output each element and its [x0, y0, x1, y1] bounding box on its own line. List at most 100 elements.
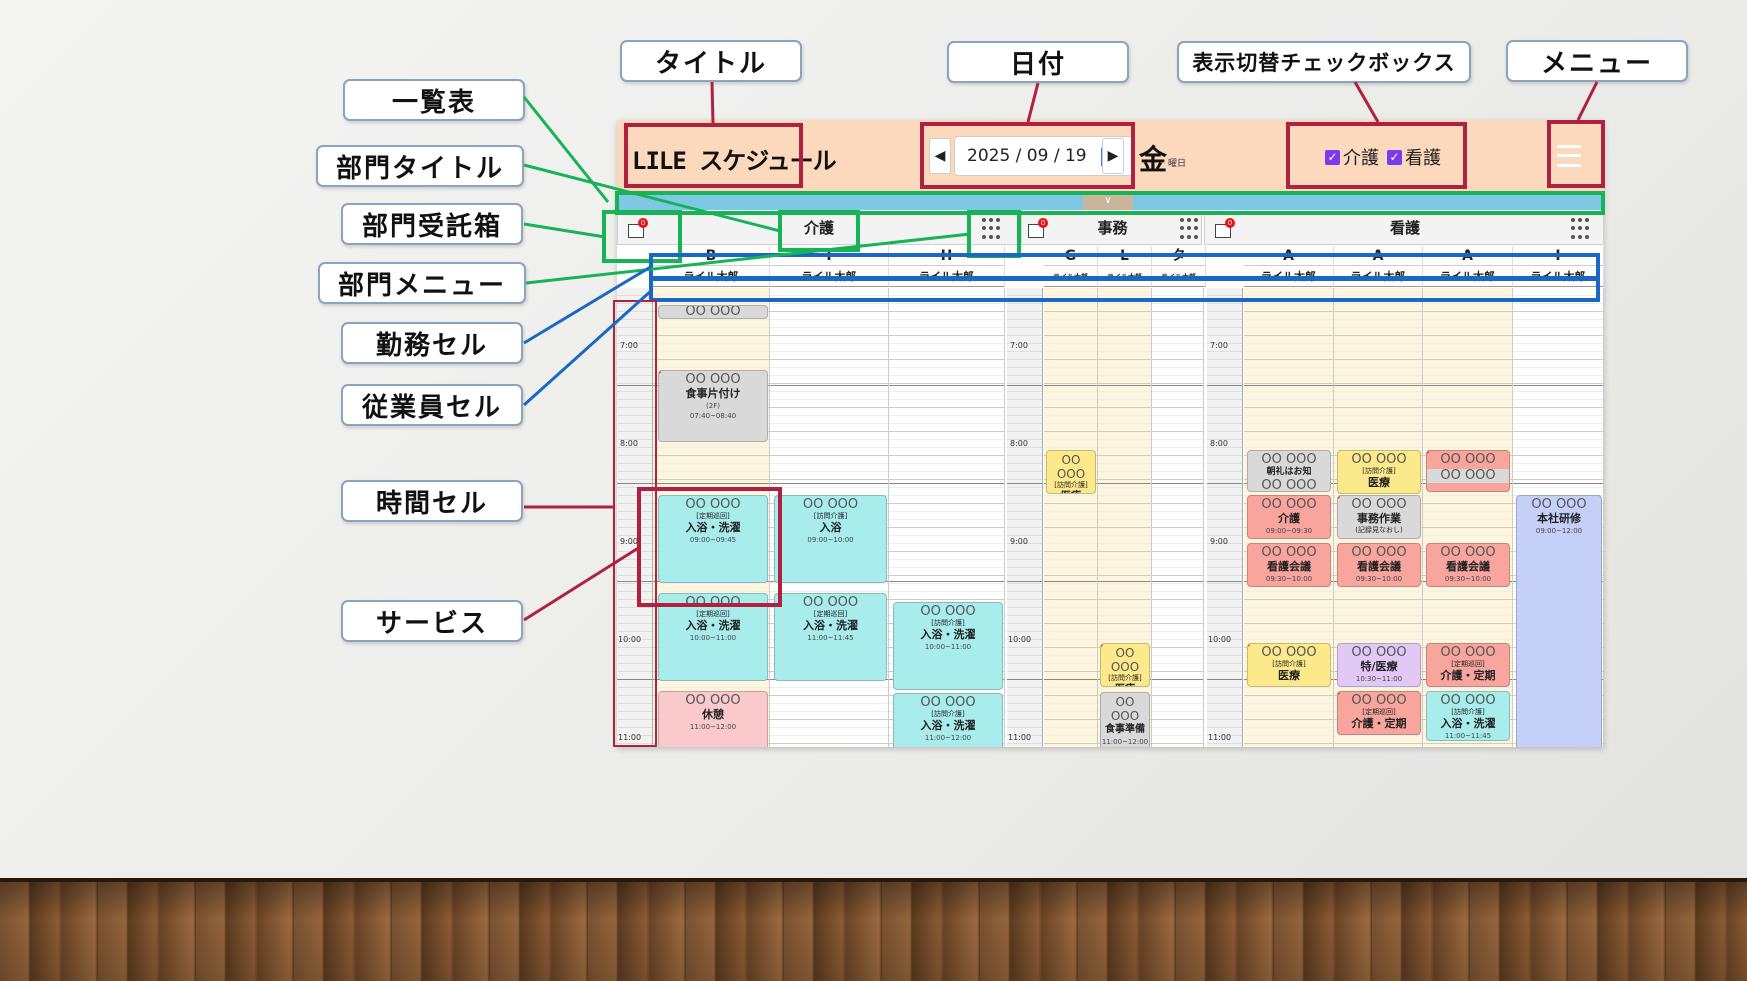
employee-cell[interactable]: ライル太郎	[1044, 267, 1098, 287]
schedule-app: LILE スケジュール ◀ 2025 / 09 / 19 ▶ 金 曜日 ✓ 介護 …	[617, 120, 1604, 747]
callout-jugyoin-cell: 従業員セル	[341, 384, 523, 426]
date-value: 2025 / 09 / 19	[967, 146, 1087, 166]
time-column[interactable]	[1207, 288, 1243, 747]
callout-bumon-menu: 部門メニュー	[318, 262, 526, 304]
service-card[interactable]: OO OOO 看護会議 09:30~10:00	[1426, 543, 1510, 587]
collapse-toggle-button[interactable]: ∨	[1083, 192, 1133, 210]
callout-date: 日付	[947, 41, 1129, 83]
time-label: 7:00	[620, 341, 638, 350]
schedule-column[interactable]	[1044, 288, 1098, 747]
service-card[interactable]: OO OOO [訪問介護] 入浴・洗濯 11:00~11:45	[1426, 691, 1510, 741]
employee-cell[interactable]: ライル太郎	[1244, 267, 1334, 287]
service-card[interactable]: OO OOO 本社研修 09:00~12:00	[1516, 495, 1602, 747]
shift-cell[interactable]: L	[1098, 246, 1152, 266]
callout-bumon-inbox: 部門受託箱	[341, 203, 523, 245]
time-label: 8:00	[1210, 439, 1228, 448]
time-label: 9:00	[1010, 537, 1028, 546]
department-menu-icon[interactable]	[1180, 218, 1198, 240]
department-title: 介護	[803, 219, 834, 237]
department-header-kango: 0 看護	[1204, 212, 1604, 245]
department-header-kaigo: 0 介護	[617, 212, 1019, 245]
service-card[interactable]: OO OOO 食事準備 11:00~12:00	[1100, 692, 1150, 747]
time-label: 8:00	[1010, 439, 1028, 448]
time-label: 10:00	[1208, 635, 1232, 644]
service-card[interactable]: OO OOO [定期巡回] 介護・定期	[1337, 691, 1421, 735]
shift-cell[interactable]: B	[653, 246, 770, 266]
callout-bumon-title: 部門タイトル	[316, 145, 524, 187]
employee-cell[interactable]: ライル太郎	[1423, 267, 1513, 287]
service-card[interactable]: OO OOO [定期巡回] 入浴・洗濯 09:00~09:45	[658, 495, 768, 583]
department-menu-icon[interactable]	[982, 218, 1000, 240]
service-card[interactable]: OO OOO[訪問介護]医療	[1100, 643, 1150, 687]
employee-cell[interactable]: ライル太郎	[1513, 267, 1604, 287]
callout-ichiranhyo: 一覧表	[343, 79, 525, 121]
next-date-button[interactable]: ▶	[1102, 138, 1124, 174]
service-card[interactable]: OO OOO OO OOO	[1426, 450, 1510, 492]
time-column[interactable]	[617, 288, 653, 747]
time-label: 8:00	[620, 439, 638, 448]
service-card[interactable]: OO OOO 特/医療 10:30~11:00	[1337, 643, 1421, 687]
toggle-kaigo[interactable]: ✓ 介護	[1325, 144, 1379, 170]
department-title: 看護	[1389, 219, 1420, 237]
wooden-floor	[0, 878, 1747, 981]
prev-date-button[interactable]: ◀	[929, 138, 951, 174]
service-card[interactable]: OO OOO 朝礼はお知 OO OOO	[1247, 450, 1331, 492]
weekday-label: 金	[1139, 143, 1168, 176]
toggle-kaigo-label: 介護	[1343, 148, 1379, 169]
toggle-kango[interactable]: ✓ 看護	[1387, 144, 1441, 170]
callout-toggle: 表示切替チェックボックス	[1177, 41, 1471, 83]
service-card[interactable]: OO OOO 看護会議 09:30~10:00	[1247, 543, 1331, 587]
checkbox-checked-icon[interactable]: ✓	[1387, 149, 1402, 165]
service-card[interactable]: OO OOO [定期巡回] 介護・定期	[1426, 643, 1510, 687]
employee-cell[interactable]: ライル太郎	[889, 267, 1005, 287]
time-column[interactable]	[1007, 288, 1043, 747]
service-card[interactable]: OO OOO 事務作業 (記録見なおし)	[1337, 495, 1421, 539]
service-card[interactable]: OO OOO [訪問介護] 入浴 09:00~10:00	[774, 495, 887, 583]
department-title: 事務	[1097, 219, 1128, 237]
employee-cell[interactable]: ライル太郎	[1334, 267, 1423, 287]
time-label: 11:00	[1008, 733, 1032, 742]
shift-cell[interactable]: A	[1244, 246, 1334, 266]
service-card[interactable]: OO OOO 看護会議 09:30~10:00	[1337, 543, 1421, 587]
shift-cell[interactable]: I	[770, 246, 889, 266]
time-label: 10:00	[618, 635, 642, 644]
toggle-kango-label: 看護	[1405, 148, 1441, 169]
service-card[interactable]: OO OOO [定期巡回] 入浴・洗濯 10:00~11:00	[658, 593, 768, 681]
time-label: 9:00	[1210, 537, 1228, 546]
time-label: 10:00	[1008, 635, 1032, 644]
employee-cell[interactable]: ライル太郎	[653, 267, 770, 287]
shift-cell[interactable]: H	[889, 246, 1005, 266]
employee-cell[interactable]: ライル太郎	[1152, 267, 1206, 287]
time-label: 9:00	[620, 537, 638, 546]
callout-jikan-cell: 時間セル	[341, 480, 523, 522]
service-card[interactable]: OO OOO[訪問介護]医療	[1247, 643, 1331, 687]
callout-title: タイトル	[620, 40, 802, 82]
hamburger-menu-icon[interactable]	[1552, 138, 1586, 174]
service-card[interactable]: OO OOO 介護 09:00~09:30	[1247, 495, 1331, 539]
shift-cell[interactable]: A	[1423, 246, 1513, 266]
callout-kinmu-cell: 勤務セル	[341, 322, 523, 364]
service-card[interactable]: OO OOO [訪問介護] 入浴・洗濯 11:00~12:00	[893, 693, 1003, 747]
app-header: LILE スケジュール ◀ 2025 / 09 / 19 ▶ 金 曜日 ✓ 介護 …	[617, 120, 1604, 192]
schedule-column[interactable]	[1152, 288, 1204, 747]
service-card[interactable]: OO OOO [訪問介護] 入浴・洗濯 10:00~11:00	[893, 602, 1003, 690]
service-card[interactable]: OO OOO 食事片付け (2F) 07:40~08:40	[658, 370, 768, 442]
checkbox-checked-icon[interactable]: ✓	[1325, 149, 1340, 165]
time-label: 11:00	[1208, 733, 1232, 742]
time-label: 7:00	[1010, 341, 1028, 350]
shift-cell[interactable]: I	[1513, 246, 1604, 266]
shift-cell[interactable]: G	[1044, 246, 1098, 266]
shift-cell[interactable]: A	[1334, 246, 1423, 266]
service-card[interactable]: OO OOO[訪問介護]医療	[1337, 450, 1421, 494]
department-menu-icon[interactable]	[1571, 218, 1589, 240]
app-title: LILE スケジュール	[632, 147, 837, 175]
employee-cell[interactable]: ライル太郎	[1098, 267, 1152, 287]
weekday-suffix: 曜日	[1168, 159, 1187, 169]
service-card[interactable]: OO OOO [定期巡回] 入浴・洗濯 11:00~11:45	[774, 593, 887, 681]
time-label: 7:00	[1210, 341, 1228, 350]
service-card[interactable]: OO OOO	[658, 305, 768, 319]
employee-cell[interactable]: ライル太郎	[770, 267, 889, 287]
service-card[interactable]: OO OOO 休憩 11:00~12:00	[658, 691, 768, 747]
service-card[interactable]: OO OOO[訪問介護]医療	[1046, 450, 1096, 494]
shift-cell[interactable]: タ	[1152, 246, 1206, 266]
